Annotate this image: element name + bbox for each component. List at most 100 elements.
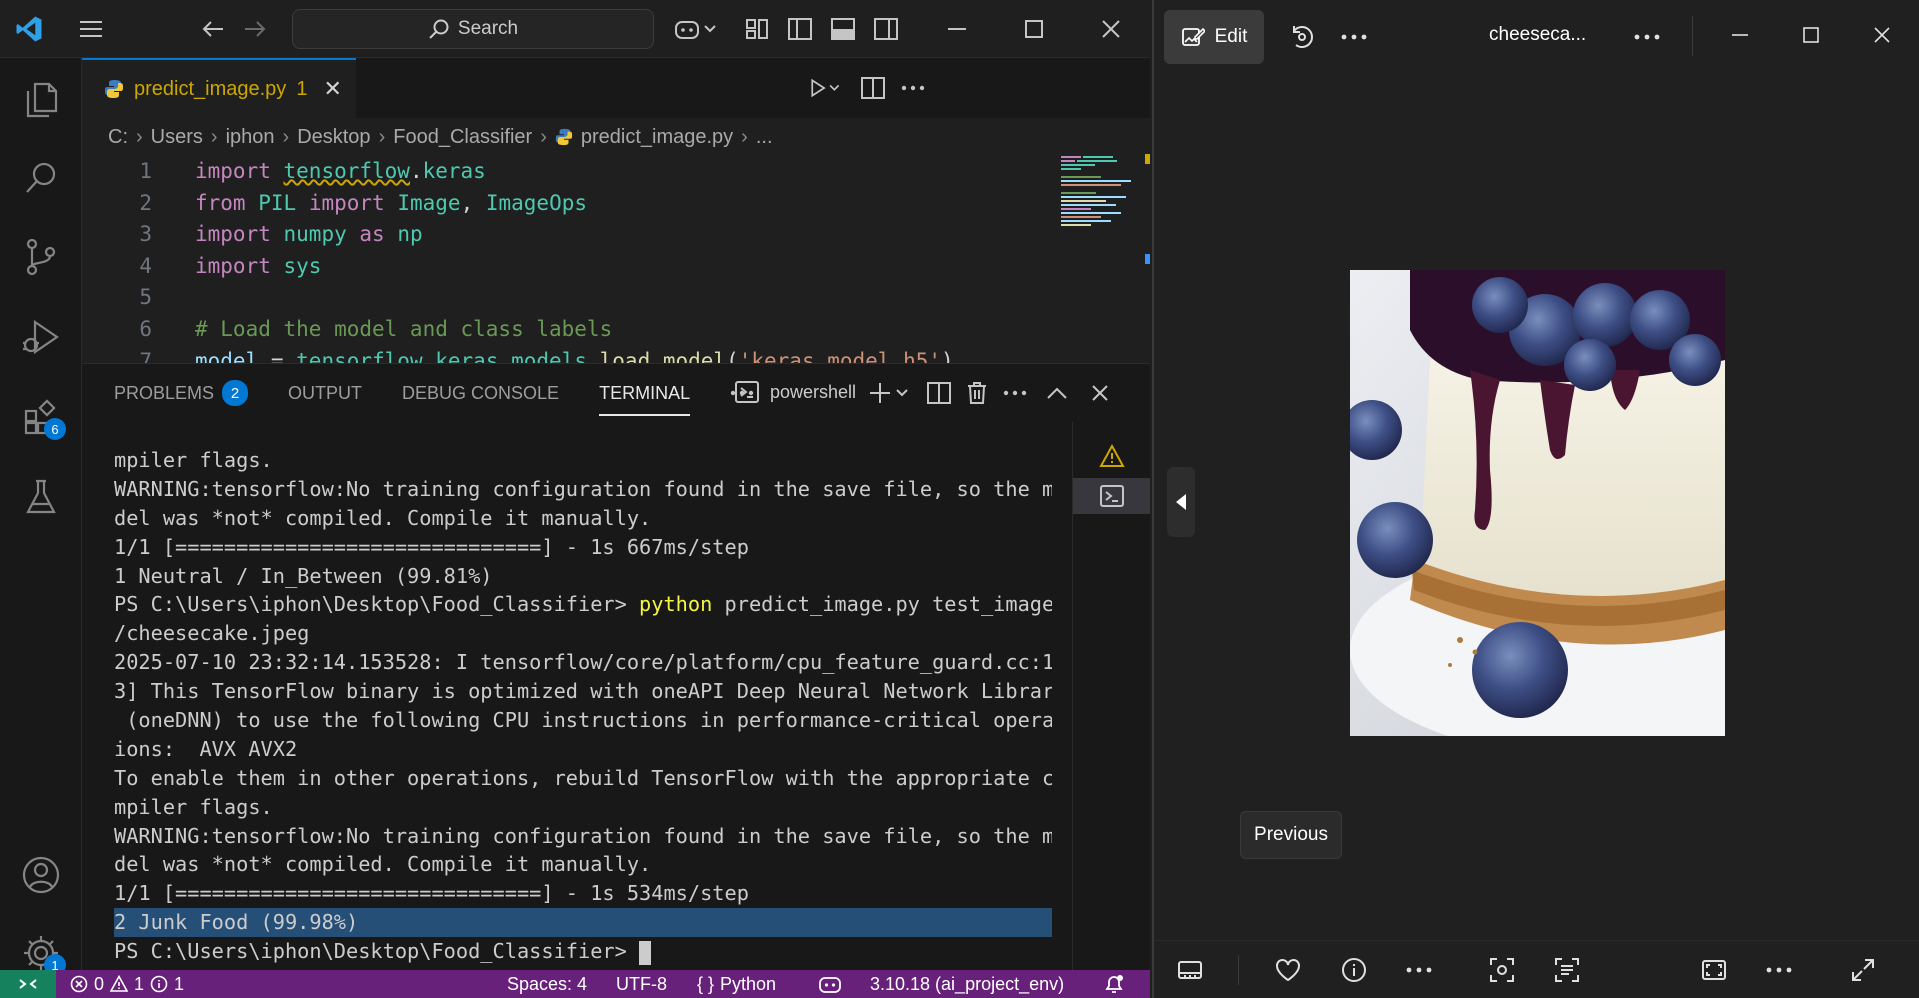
activity-bar: 6 1 — [0, 58, 82, 976]
accounts-icon[interactable] — [14, 848, 68, 902]
previous-arrow-icon[interactable] — [1167, 467, 1195, 537]
close-icon[interactable] — [1094, 12, 1128, 46]
extensions-icon[interactable]: 6 — [14, 390, 68, 444]
line-content: model = tensorflow.keras.models.load_mod… — [195, 348, 954, 363]
warning-count: 1 — [134, 973, 145, 994]
encoding-status[interactable]: UTF-8 — [616, 970, 667, 998]
tab-label: DEBUG CONSOLE — [402, 382, 560, 403]
code-editor[interactable]: 1 import tensorflow.keras 2 from PIL import… — [82, 156, 1052, 363]
text-scan-icon[interactable] — [1545, 948, 1589, 992]
tab-filename: predict_image.py — [134, 77, 287, 100]
toggle-panel-icon[interactable] — [826, 12, 860, 46]
breadcrumb-item[interactable]: Desktop — [297, 126, 370, 149]
minimize-icon[interactable] — [1720, 15, 1760, 55]
info-icon[interactable] — [1332, 948, 1376, 992]
toggle-secondary-sidebar-icon[interactable] — [869, 12, 903, 46]
previous-tooltip: Previous — [1240, 811, 1342, 859]
maximize-panel-chevron-up-icon[interactable] — [1040, 376, 1074, 410]
panel-more-actions-icon[interactable] — [998, 376, 1032, 410]
terminal-output[interactable]: mpiler flags. WARNING:tensorflow:No train… — [114, 446, 1052, 971]
python-interpreter-status[interactable]: 3.10.18 (ai_project_env) — [870, 970, 1064, 998]
scrollbar-warning-marker — [1145, 154, 1150, 164]
favorite-heart-icon[interactable] — [1266, 948, 1310, 992]
problems-status[interactable]: 0 1 1 — [70, 970, 184, 998]
language-label: Python — [720, 973, 777, 994]
breadcrumb-item[interactable]: Food_Classifier — [393, 126, 532, 149]
code-line[interactable]: 6 # Load the model and class labels — [82, 314, 1052, 346]
warning-triangle-icon[interactable] — [1099, 443, 1125, 473]
terminal-line: 2 Junk Food (99.98%) — [114, 908, 1052, 938]
tab-problems[interactable]: PROBLEMS 2 — [114, 364, 249, 422]
title-more-icon[interactable] — [1627, 17, 1667, 57]
terminal-line: del was *not* compiled. Compile it manua… — [114, 505, 652, 530]
more-options-icon[interactable] — [1334, 17, 1374, 57]
language-mode-status[interactable]: { } Python — [697, 970, 776, 998]
tab-close-icon[interactable]: ✕ — [323, 76, 341, 102]
split-terminal-icon[interactable] — [922, 376, 956, 410]
customize-layout-icon[interactable] — [740, 12, 774, 46]
editor-more-actions-icon[interactable] — [896, 71, 930, 105]
maximize-icon[interactable] — [1017, 12, 1051, 46]
terminal-instance-tab[interactable] — [1073, 478, 1150, 514]
tab-label: TERMINAL — [599, 382, 691, 403]
back-arrow-icon[interactable] — [196, 12, 230, 46]
run-python-file-icon[interactable] — [808, 71, 842, 105]
minimize-icon[interactable] — [940, 12, 974, 46]
forward-arrow-icon[interactable] — [238, 12, 272, 46]
testing-icon[interactable] — [14, 470, 68, 524]
breadcrumb-item[interactable]: Users — [151, 126, 203, 149]
close-icon[interactable] — [1862, 15, 1902, 55]
breadcrumb-item[interactable]: C: — [108, 126, 128, 149]
breadcrumb-chevron-icon: › — [540, 125, 547, 148]
remote-indicator-icon[interactable] — [0, 970, 56, 998]
zoom-more-icon[interactable] — [1757, 948, 1801, 992]
tab-debug-console[interactable]: DEBUG CONSOLE — [402, 364, 559, 422]
code-line[interactable]: 7 model = tensorflow.keras.models.load_mo… — [82, 346, 1052, 363]
more-icon[interactable] — [1397, 948, 1441, 992]
terminal-line: mpiler flags. — [114, 448, 273, 472]
minimap[interactable] — [1057, 153, 1137, 233]
source-control-icon[interactable] — [14, 230, 68, 284]
toggle-primary-sidebar-icon[interactable] — [783, 12, 817, 46]
copilot-status-icon[interactable] — [818, 970, 842, 998]
vscode-logo-icon — [12, 12, 46, 46]
maximize-icon[interactable] — [1791, 15, 1831, 55]
tab-predict-image-py[interactable]: predict_image.py 1 ✕ — [82, 58, 356, 118]
indentation-label: Spaces: 4 — [507, 973, 588, 994]
split-editor-icon[interactable] — [856, 71, 890, 105]
code-line[interactable]: 3 import numpy as np — [82, 219, 1052, 251]
photo-title: cheeseca... — [1489, 24, 1587, 45]
kill-terminal-trash-icon[interactable] — [960, 376, 994, 410]
code-line[interactable]: 2 from PIL import Image, ImageOps — [82, 188, 1052, 220]
line-content: # Load the model and class labels — [195, 316, 613, 341]
notifications-bell-icon[interactable] — [1103, 970, 1125, 998]
edit-button[interactable]: Edit — [1164, 10, 1264, 64]
rotate-icon[interactable] — [1282, 17, 1322, 57]
code-line[interactable]: 5 — [82, 282, 1052, 314]
explorer-icon[interactable] — [14, 73, 68, 127]
terminal-line: WARNING:tensorflow:No training configura… — [114, 476, 1052, 501]
fit-to-window-icon[interactable] — [1692, 948, 1736, 992]
python-file-icon — [105, 80, 123, 98]
full-screen-icon[interactable] — [1841, 948, 1885, 992]
filmstrip-icon[interactable] — [1168, 948, 1212, 992]
breadcrumb-item[interactable]: ... — [756, 126, 773, 149]
code-line[interactable]: 4 import sys — [82, 251, 1052, 283]
line-number: 3 — [139, 222, 152, 247]
code-line[interactable]: 1 import tensorflow.keras — [82, 156, 1052, 188]
visual-search-icon[interactable] — [1480, 948, 1524, 992]
search-sidebar-icon[interactable] — [14, 151, 68, 205]
tab-output[interactable]: OUTPUT — [288, 364, 362, 422]
tab-terminal[interactable]: TERMINAL — [599, 364, 691, 422]
terminal-shell-selector[interactable]: powershell — [734, 380, 856, 404]
close-panel-icon[interactable] — [1083, 376, 1117, 410]
breadcrumb-item[interactable]: iphon — [226, 126, 275, 149]
copilot-icon[interactable] — [670, 12, 722, 46]
breadcrumb-item[interactable]: predict_image.py — [581, 126, 733, 149]
run-debug-icon[interactable] — [14, 310, 68, 364]
indentation-status[interactable]: Spaces: 4 — [507, 970, 587, 998]
menu-icon[interactable] — [74, 12, 108, 46]
command-center-search[interactable]: Search — [292, 9, 654, 49]
new-terminal-icon[interactable] — [866, 376, 916, 410]
photo-toolbar — [1154, 940, 1919, 998]
